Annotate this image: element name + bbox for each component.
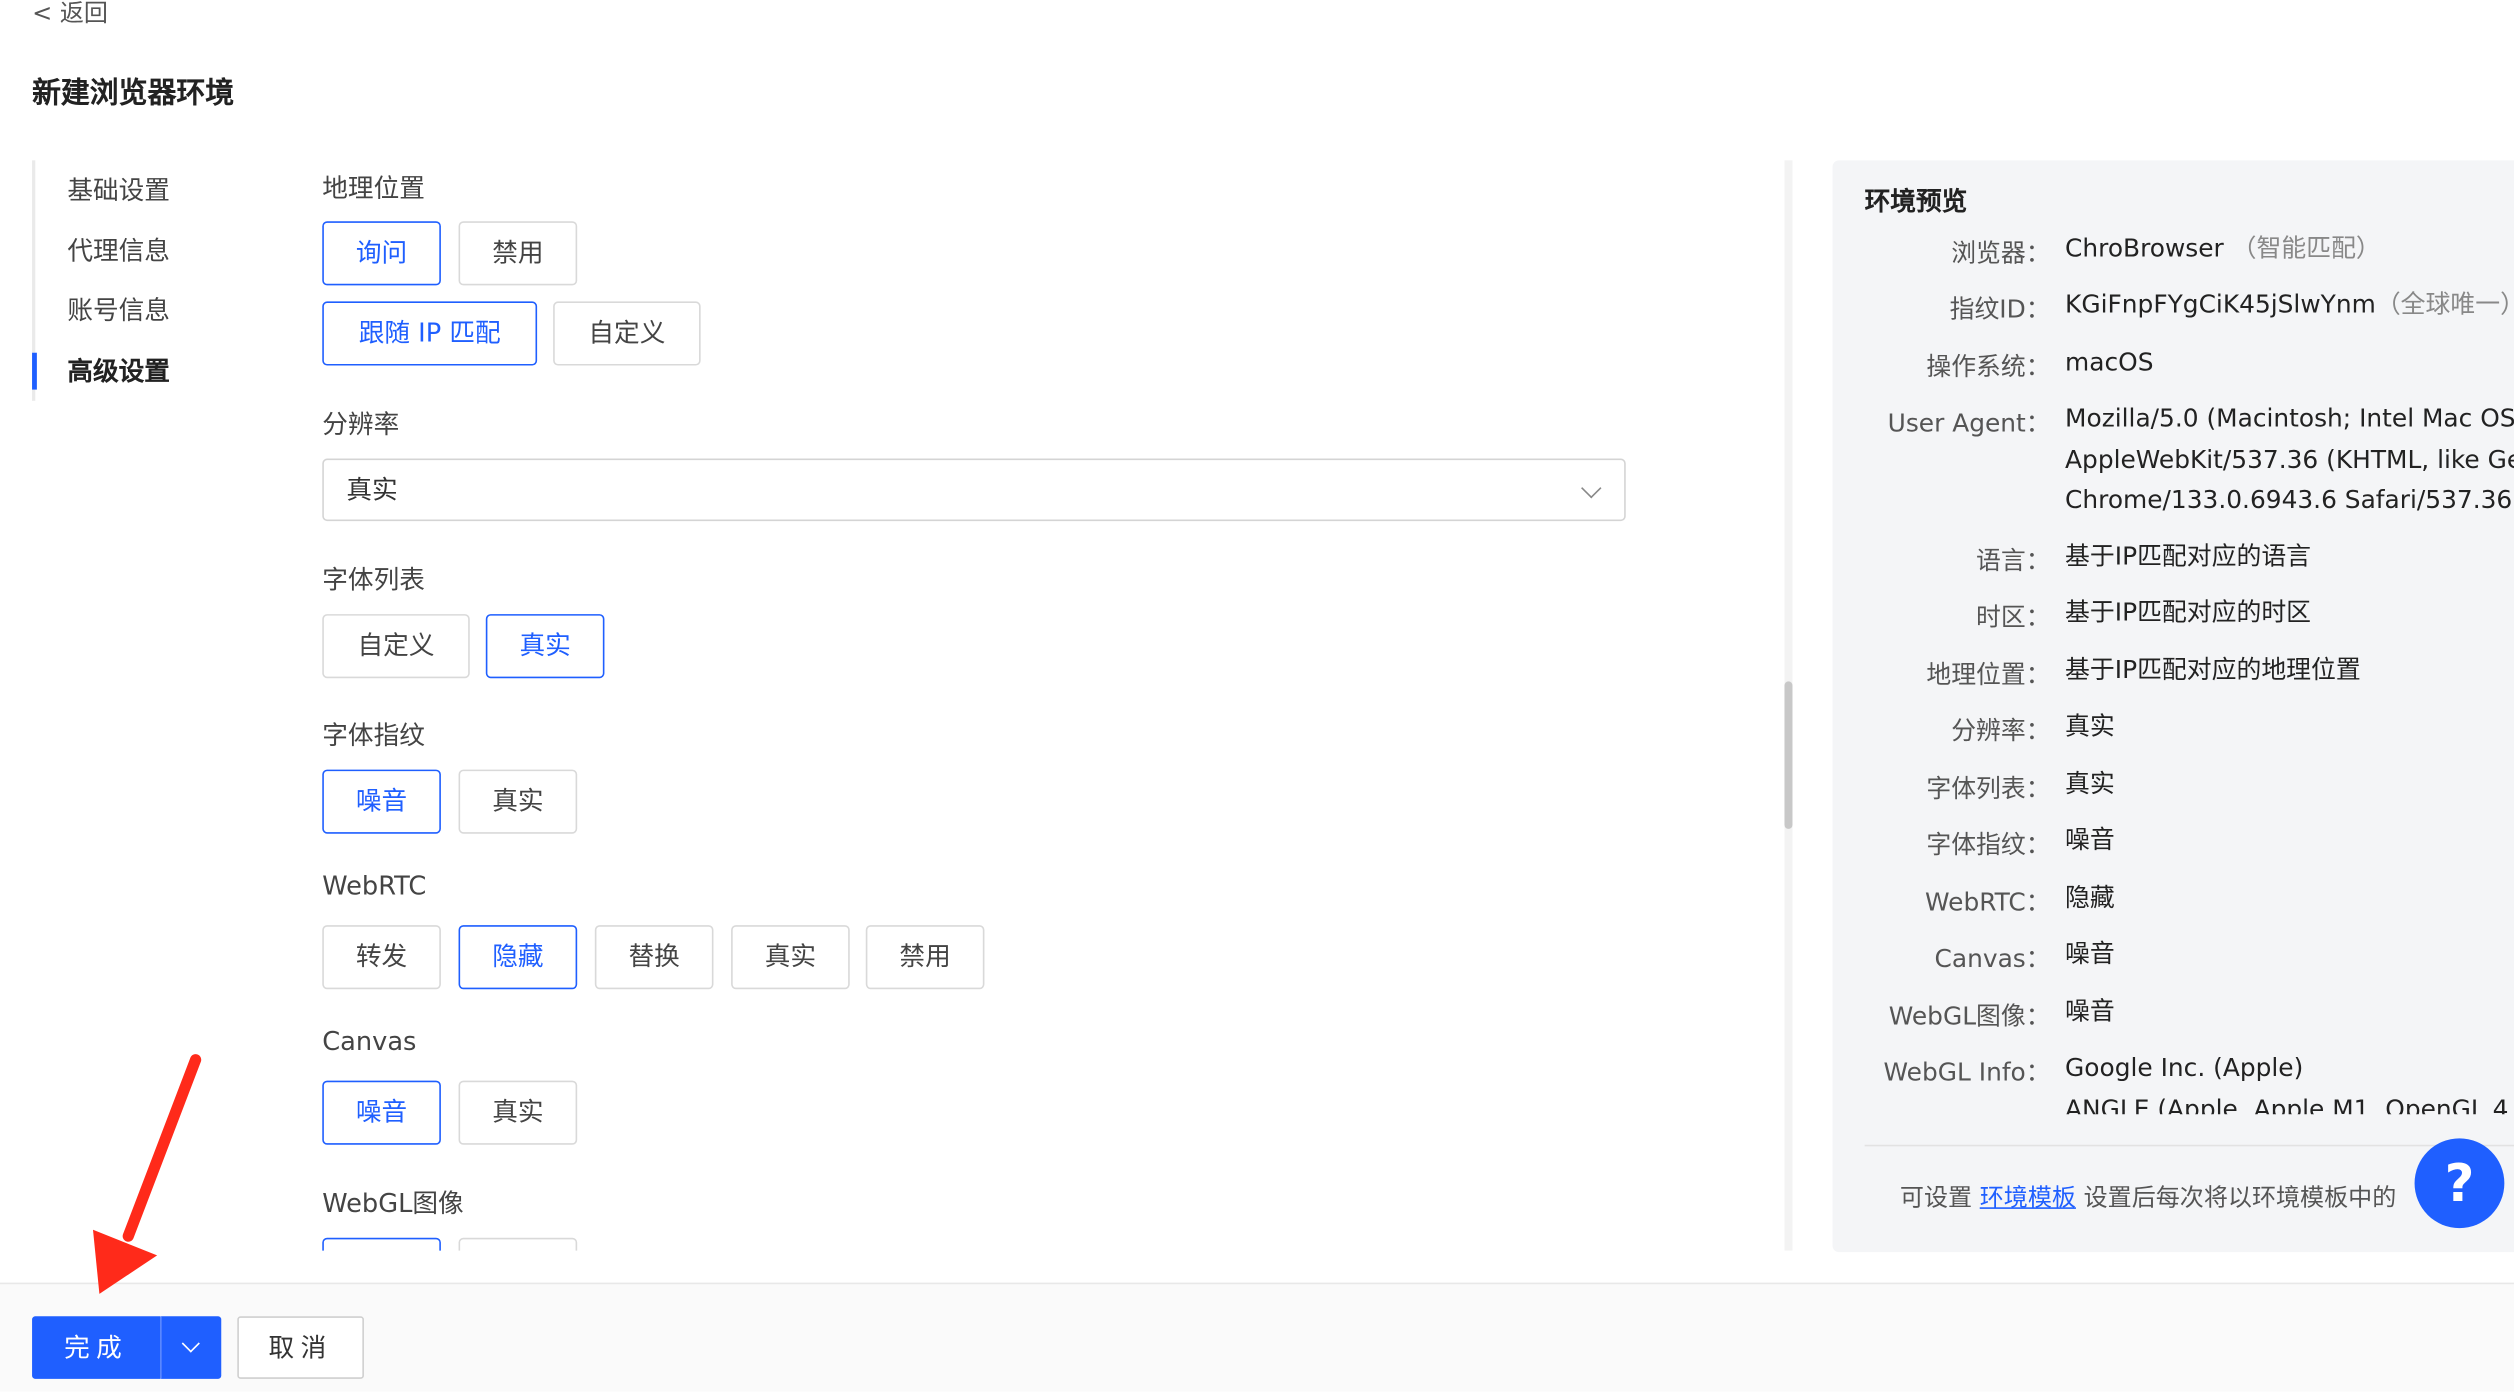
section-nav: 基础设置 代理信息 账号信息 高级设置 [32, 160, 224, 401]
preview-key: WebGL图像： [1888, 1002, 2051, 1031]
nav-item-label: 基础设置 [67, 174, 170, 206]
webgl-image-option-button[interactable] [458, 1237, 578, 1251]
back-link[interactable]: < 返回 [32, 0, 108, 29]
webrtc-disable-button[interactable]: 禁用 [865, 925, 985, 990]
preview-value: 真实 [2065, 711, 2115, 741]
font-fp-real-button[interactable]: 真实 [458, 769, 578, 834]
nav-item-label: 账号信息 [67, 295, 170, 326]
help-icon[interactable]: ? [2414, 1138, 2505, 1229]
preview-value: macOS [2065, 347, 2154, 377]
preview-value-line: Mozilla/5.0 (Macintosh; Intel Mac OS [2065, 404, 2514, 433]
webrtc-label: WebRTC [322, 870, 427, 902]
preview-value-note: （智能匹配） [2231, 234, 2381, 263]
done-button[interactable]: 完成 [32, 1316, 161, 1379]
preview-value-text: KGiFnpFYgCiK45jSlwYnm [2065, 290, 2376, 320]
preview-rows: 浏览器： ChroBrowser （智能匹配） 指纹ID： KGiFnpFYgCiK… [1833, 234, 2514, 1114]
geo-custom-button[interactable]: 自定义 [553, 301, 701, 366]
chevron-down-icon [181, 1334, 200, 1353]
preview-value: Mozilla/5.0 (Macintosh; Intel Mac OS Appl… [2065, 399, 2514, 522]
nav-item-label: 代理信息 [67, 234, 170, 266]
footer-bar: 完成 取消 [0, 1282, 2514, 1392]
preview-value-note: （全球唯一） [2375, 290, 2514, 320]
font-fingerprint-label: 字体指纹 [322, 719, 425, 751]
nav-item-advanced[interactable]: 高级设置 [32, 341, 224, 401]
preview-key: User Agent： [1887, 408, 2051, 438]
geo-label: 地理位置 [322, 173, 425, 204]
resolution-value: 真实 [346, 474, 398, 506]
template-note: 可设置 环境模板 设置后每次将以环境模板中的 [1900, 1180, 2396, 1214]
preview-value-line: Chrome/133.0.6943.6 Safari/537.36 [2065, 485, 2513, 515]
preview-value-text: ChroBrowser [2065, 234, 2224, 263]
preview-value: ChroBrowser （智能匹配） [2065, 234, 2381, 270]
nav-item-basic[interactable]: 基础设置 [32, 160, 224, 220]
font-list-real-button[interactable]: 真实 [485, 614, 605, 679]
geo-ask-button[interactable]: 询问 [322, 221, 441, 286]
preview-value: 基于IP匹配对应的时区 [2065, 598, 2312, 627]
template-note-suffix: 设置后每次将以环境模板中的 [2075, 1183, 2397, 1213]
preview-key: 指纹ID： [1949, 295, 2051, 324]
done-dropdown-button[interactable] [160, 1316, 222, 1379]
preview-value-line: Google Inc. (Apple) [2065, 1053, 2304, 1083]
nav-item-account[interactable]: 账号信息 [32, 281, 224, 341]
preview-value-line: AppleWebKit/537.36 (KHTML, like Ge [2065, 444, 2514, 474]
advanced-settings-form: 地理位置 询问 禁用 跟随 IP 匹配 自定义 分辨率 真实 字体列表 自定义 … [321, 160, 1652, 1251]
geo-disable-button[interactable]: 禁用 [458, 221, 578, 286]
preview-key: 时区： [1976, 602, 2051, 632]
nav-item-label: 高级设置 [67, 355, 170, 386]
preview-title: 环境预览 [1864, 185, 1968, 217]
preview-value: 噪音 [2065, 997, 2115, 1027]
webrtc-real-button[interactable]: 真实 [731, 925, 850, 990]
preview-value: Google Inc. (Apple) ANGLE (Apple, Apple M… [2065, 1049, 2509, 1115]
preview-key: 浏览器： [1951, 238, 2051, 268]
canvas-label: Canvas [322, 1026, 417, 1057]
preview-key: WebGL Info： [1883, 1058, 2051, 1088]
preview-key: Canvas： [1934, 944, 2051, 974]
chevron-down-icon [1581, 478, 1602, 499]
preview-key: 地理位置： [1926, 660, 2051, 690]
preview-value-line: ANGLE (Apple, Apple M1, OpenGL 4 [2065, 1094, 2509, 1115]
arrow-shaft [122, 1054, 202, 1242]
preview-key: 语言： [1976, 546, 2051, 576]
preview-key: 字体列表： [1926, 774, 2051, 804]
preview-value: 基于IP匹配对应的语言 [2065, 541, 2312, 571]
preview-value: 真实 [2065, 769, 2115, 799]
webgl-image-option-button[interactable] [322, 1237, 441, 1251]
preview-key: 字体指纹： [1926, 830, 2051, 860]
environment-preview-panel: 环境预览 浏览器： ChroBrowser （智能匹配） 指纹ID： KGiFnpF… [1832, 160, 2514, 1253]
preview-key: WebRTC： [1925, 888, 2051, 918]
webrtc-hide-button[interactable]: 隐藏 [458, 925, 578, 990]
template-note-prefix: 可设置 [1899, 1183, 1980, 1213]
preview-divider [1864, 1144, 2514, 1147]
cancel-button[interactable]: 取消 [237, 1316, 364, 1379]
preview-key: 操作系统： [1926, 352, 2051, 382]
font-list-custom-button[interactable]: 自定义 [322, 614, 470, 679]
preview-value: 基于IP匹配对应的地理位置 [2065, 655, 2361, 685]
font-fp-noise-button[interactable]: 噪音 [322, 769, 441, 834]
app-root: < 返回 新建浏览器环境 基础设置 代理信息 账号信息 高级设置 地理位置 询问… [0, 0, 2514, 1392]
template-link[interactable]: 环境模板 [1980, 1183, 2076, 1212]
resolution-select[interactable]: 真实 [322, 458, 1626, 522]
canvas-noise-button[interactable]: 噪音 [322, 1080, 441, 1145]
active-indicator [32, 351, 37, 389]
webrtc-forward-button[interactable]: 转发 [322, 925, 441, 990]
font-list-label: 字体列表 [322, 564, 425, 595]
nav-item-proxy[interactable]: 代理信息 [32, 220, 224, 280]
form-scrollbar-thumb[interactable] [1784, 681, 1793, 829]
preview-value: 噪音 [2065, 825, 2115, 855]
preview-value: 隐藏 [2065, 883, 2115, 913]
preview-value: KGiFnpFYgCiK45jSlwYnm（全球唯一） [2065, 285, 2514, 326]
page-title: 新建浏览器环境 [32, 76, 235, 111]
canvas-real-button[interactable]: 真实 [458, 1080, 578, 1145]
webrtc-replace-button[interactable]: 替换 [594, 925, 714, 990]
geo-follow-ip-button[interactable]: 跟随 IP 匹配 [322, 301, 538, 366]
preview-key: 分辨率： [1951, 716, 2051, 746]
preview-value: 噪音 [2065, 939, 2115, 969]
webgl-image-label: WebGL图像 [322, 1188, 464, 1219]
resolution-label: 分辨率 [322, 408, 400, 440]
annotation-arrow [92, 1054, 202, 1294]
